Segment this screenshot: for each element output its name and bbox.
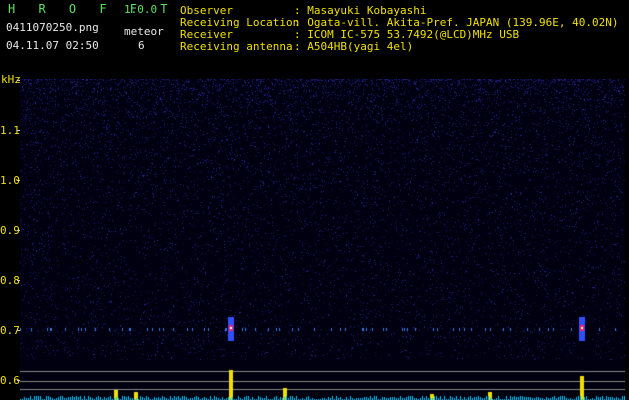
app-version: 1.0.0 — [124, 3, 158, 16]
info-key-antenna: Receiving antenna — [180, 40, 293, 53]
meteor-count: 6 — [138, 39, 145, 52]
meteor-label: meteor — [124, 25, 164, 38]
info-value-antenna: : A504HB(yagi 4el) — [294, 40, 414, 53]
file-name: 0411070250.png — [6, 21, 99, 34]
hroft-window: H R O F F T 1.0.0 0411070250.png meteor … — [0, 0, 629, 400]
datetime: 04.11.07 02:50 — [6, 39, 99, 52]
spectrogram-plot — [20, 79, 625, 400]
